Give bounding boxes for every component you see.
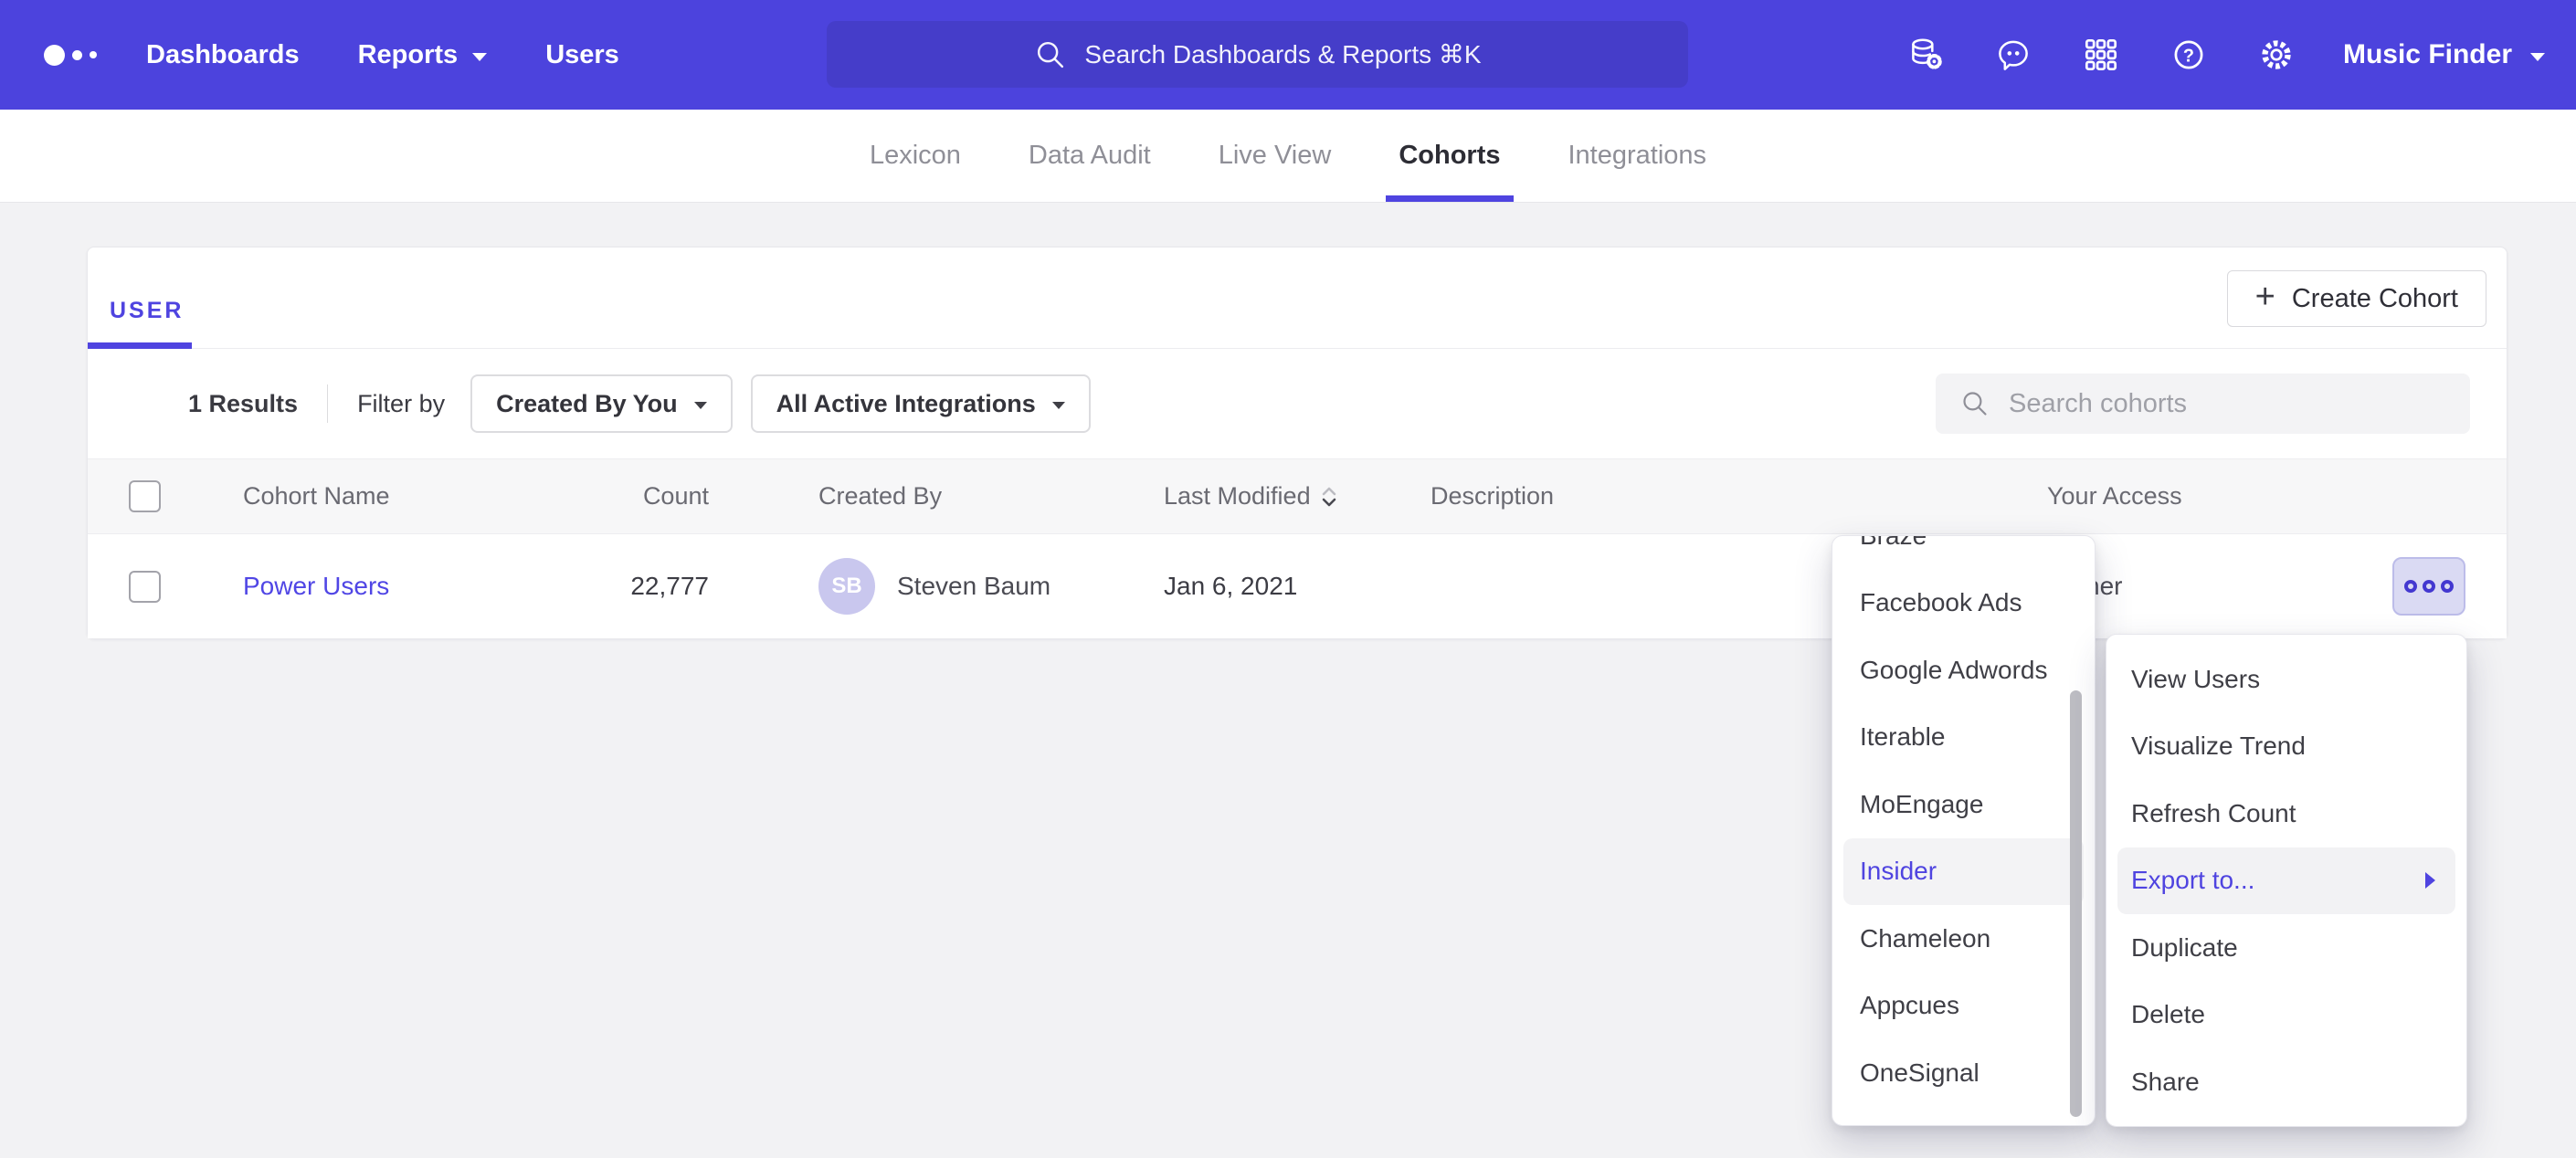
chevron-right-icon [2425,872,2435,889]
nav-dashboards[interactable]: Dashboards [146,40,300,70]
nav-reports-label: Reports [358,40,459,70]
create-cohort-label: Create Cohort [2292,284,2458,314]
results-count: 1 Results [188,390,298,418]
chevron-down-icon [2530,53,2545,61]
search-cohorts-input[interactable] [2009,389,2470,419]
top-navigation-bar: Dashboards Reports Users Search Dashboar… [0,0,2576,110]
column-header-your-access[interactable]: Your Access [1924,482,2317,511]
plus-icon: + [2255,279,2275,314]
data-management-tabs: Lexicon Data Audit Live View Cohorts Int… [0,110,2576,203]
sort-icon[interactable] [1320,483,1338,511]
tab-cohorts[interactable]: Cohorts [1399,110,1500,202]
export-to-label: Export to... [2131,866,2254,895]
mixpanel-logo[interactable] [44,45,97,66]
scrollbar-thumb[interactable] [2070,690,2082,1117]
global-search-bar[interactable]: Search Dashboards & Reports ⌘K [827,21,1688,88]
created-by-filter-dropdown[interactable]: Created By You [470,374,733,433]
settings-gear-icon [2255,34,2297,76]
search-cohorts-field[interactable] [1936,374,2470,434]
integrations-filter-dropdown[interactable]: All Active Integrations [751,374,1091,433]
select-all-checkbox[interactable] [129,480,161,512]
cohort-count: 22,777 [630,572,709,600]
logo-dot-medium [72,50,82,60]
column-header-last-modified[interactable]: Last Modified [1164,482,1431,511]
nav-reports[interactable]: Reports [358,40,488,70]
row-actions-button[interactable] [2392,557,2465,616]
logo-dot-large [44,45,65,66]
column-header-count[interactable]: Count [563,482,709,511]
table-row: Power Users 22,777 SB Steven Baum Jan 6,… [88,534,2507,638]
active-tab-underline [88,342,192,349]
menu-item-refresh-count[interactable]: Refresh Count [2106,780,2466,847]
feedback-icon [1992,34,2034,76]
divider [327,384,328,423]
nav-users[interactable]: Users [545,40,619,70]
project-name: Music Finder [2343,39,2512,70]
row-checkbox[interactable] [129,571,161,603]
svg-text:?: ? [2183,46,2194,66]
creator-name: Steven Baum [897,572,1050,601]
integrations-filter-value: All Active Integrations [776,390,1036,418]
apps-grid-button[interactable] [2080,34,2122,76]
created-by-filter-value: Created By You [496,390,678,418]
more-options-icon [2404,580,2417,593]
menu-item-share[interactable]: Share [2106,1048,2466,1116]
help-button[interactable]: ? [2168,34,2210,76]
feedback-button[interactable] [1992,34,2034,76]
chevron-down-icon [1052,402,1065,409]
create-cohort-button[interactable]: + Create Cohort [2227,270,2486,327]
menu-item-braze[interactable]: Braze [1832,535,2095,570]
data-management-button[interactable] [1905,34,1947,76]
menu-item-appcues[interactable]: Appcues [1832,973,2095,1040]
cohorts-panel: USER + Create Cohort 1 Results Filter by… [87,247,2507,639]
last-modified-label: Last Modified [1164,482,1311,511]
global-search-placeholder: Search Dashboards & Reports ⌘K [1084,39,1481,69]
table-header-row: Cohort Name Count Created By Last Modifi… [88,458,2507,534]
tab-user-cohorts[interactable]: USER [110,298,184,324]
menu-item-insider[interactable]: Insider [1843,838,2084,906]
project-switcher[interactable]: Music Finder [2343,39,2545,70]
filter-by-label: Filter by [357,390,445,418]
export-targets-menu: Braze Facebook Ads Google Adwords Iterab… [1832,535,2096,1126]
cohort-type-tabs: USER + Create Cohort [88,247,2507,349]
cohort-name-link[interactable]: Power Users [243,572,389,600]
column-header-cohort-name[interactable]: Cohort Name [243,482,563,511]
tab-live-view[interactable]: Live View [1219,110,1332,202]
tab-integrations[interactable]: Integrations [1568,110,1707,202]
search-icon [1959,388,1990,419]
avatar: SB [818,558,875,615]
menu-item-moengage[interactable]: MoEngage [1832,771,2095,838]
settings-button[interactable] [2255,34,2297,76]
menu-item-chameleon[interactable]: Chameleon [1832,905,2095,973]
menu-item-duplicate[interactable]: Duplicate [2106,914,2466,982]
column-header-created-by[interactable]: Created By [709,482,1164,511]
help-icon: ? [2168,34,2210,76]
column-header-description[interactable]: Description [1431,482,1924,511]
menu-item-onesignal[interactable]: OneSignal [1832,1039,2095,1107]
apps-grid-icon [2080,34,2122,76]
cohort-actions-menu: View Users Visualize Trend Refresh Count… [2106,634,2467,1127]
tab-data-audit[interactable]: Data Audit [1029,110,1151,202]
menu-item-delete[interactable]: Delete [2106,982,2466,1049]
menu-item-visualize-trend[interactable]: Visualize Trend [2106,713,2466,781]
menu-item-google-adwords[interactable]: Google Adwords [1832,637,2095,704]
logo-dot-small [90,51,97,58]
menu-item-export-to[interactable]: Export to... [2117,847,2455,915]
primary-nav: Dashboards Reports Users [146,40,619,70]
chevron-down-icon [472,53,487,61]
chevron-down-icon [694,402,707,409]
filter-toolbar: 1 Results Filter by Created By You All A… [88,349,2507,458]
topbar-actions: ? Music Finder [1905,0,2545,110]
menu-item-facebook-ads[interactable]: Facebook Ads [1832,570,2095,637]
data-management-icon [1905,34,1947,76]
search-icon [1033,37,1068,72]
tab-lexicon[interactable]: Lexicon [870,110,961,202]
menu-item-iterable[interactable]: Iterable [1832,704,2095,772]
last-modified-date: Jan 6, 2021 [1164,572,1297,601]
menu-item-view-users[interactable]: View Users [2106,646,2466,713]
